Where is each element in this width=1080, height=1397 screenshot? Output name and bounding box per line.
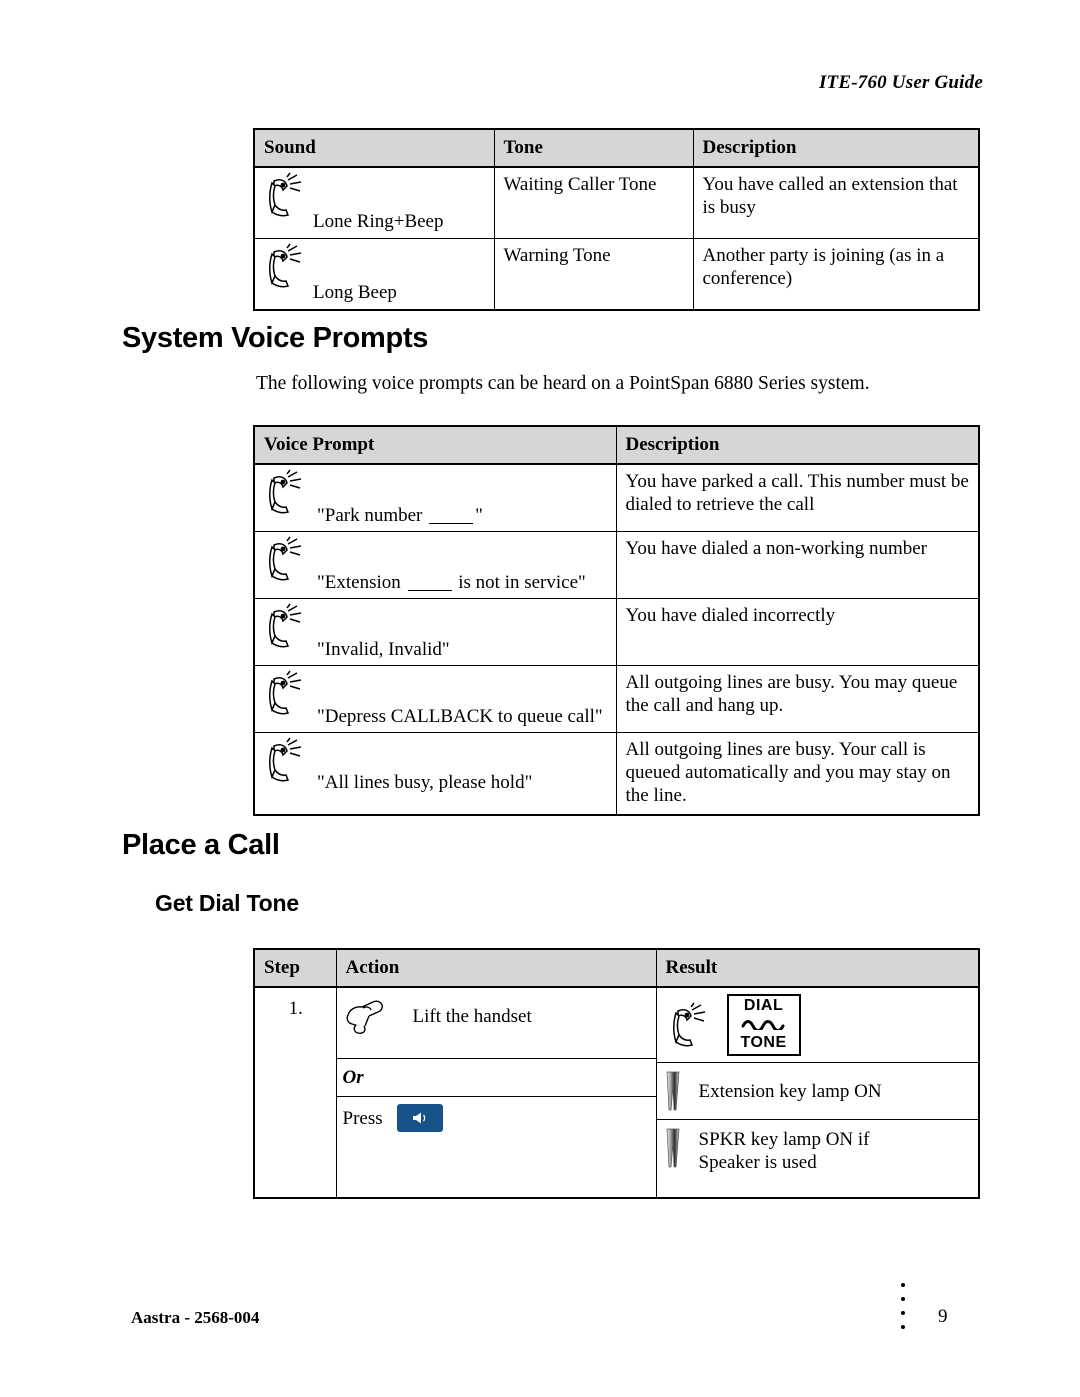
subheading-get-dial-tone: Get Dial Tone [155, 890, 299, 916]
page-heading-system-voice-prompts: System Voice Prompts [122, 322, 429, 354]
table-row: "Depress CALLBACK to queue call" All out… [253, 665, 980, 733]
sound-cell: Long Beep [253, 238, 495, 311]
voice-prompt-label: "All lines busy, please hold" [317, 772, 533, 793]
table-row: "Extension is not in service" You have d… [253, 531, 980, 599]
table-header-row: Step Action Result [253, 948, 980, 988]
column-header-action: Action [335, 948, 657, 988]
voice-prompt-cell: "Invalid, Invalid" [253, 598, 617, 666]
tone-value: Waiting Caller Tone [493, 166, 694, 239]
result-subrow-dial-tone: DIAL TONE [656, 988, 978, 1063]
column-header-step: Step [253, 948, 337, 988]
column-header-result: Result [655, 948, 980, 988]
description-value: You have parked a call. This number must… [615, 463, 980, 532]
voice-prompt-label: "Invalid, Invalid" [317, 639, 450, 660]
table-row: "All lines busy, please hold" All outgoi… [253, 732, 980, 816]
result-cell: DIAL TONE Extension key lamp ON SPKR key… [655, 986, 980, 1199]
footer-dot-separator [901, 1283, 906, 1329]
blank-underline [429, 523, 474, 524]
description-value: All outgoing lines are busy. Your call i… [615, 732, 980, 816]
action-subrow-lift-handset: Lift the handset [336, 988, 656, 1059]
dial-tone-wave-icon [741, 1015, 787, 1034]
page-heading-place-a-call: Place a Call [122, 829, 280, 861]
tone-value: Warning Tone [493, 238, 694, 311]
prompt-text-pre: "Park number [317, 505, 428, 526]
description-value: All outgoing lines are busy. You may que… [615, 665, 980, 733]
voice-prompt-label: "Extension is not in service" [317, 571, 586, 594]
column-header-description: Description [615, 425, 980, 465]
table-row: "Park number " You have parked a call. T… [253, 463, 980, 532]
action-label: Lift the handset [412, 1005, 532, 1027]
table-row: Lone Ring+Beep Waiting Caller Tone You h… [253, 166, 980, 239]
document-page: ITE-760 User Guide Sound Tone Descriptio… [0, 0, 1080, 1397]
voice-prompt-cell: "Extension is not in service" [253, 531, 617, 599]
sound-label: Lone Ring+Beep [313, 211, 444, 232]
speaker-key-button[interactable] [396, 1104, 443, 1132]
action-subrow-press-speaker: Press [337, 1097, 656, 1197]
table-header-row: Sound Tone Description [253, 128, 980, 168]
sound-cell: Lone Ring+Beep [253, 166, 495, 239]
sound-tone-table: Sound Tone Description Lone Ring+Beep Wa… [253, 128, 980, 311]
result-label: Extension key lamp ON [698, 1080, 882, 1102]
voice-prompt-label: "Park number " [317, 504, 483, 527]
footer-document-id: Aastra - 2568-004 [131, 1308, 260, 1327]
speaker-icon [412, 1112, 425, 1124]
prompt-text-pre: "Extension [317, 572, 406, 593]
footer-page-number: 9 [938, 1306, 948, 1327]
dial-tone-bottom-label: TONE [740, 1034, 787, 1051]
description-value: You have dialed a non-working number [615, 531, 980, 599]
action-subrow-or: Or [336, 1059, 656, 1097]
column-header-description: Description [692, 128, 980, 168]
handset-ringing-icon [665, 1002, 711, 1048]
step-number: 1. [253, 986, 337, 1199]
voice-prompt-label: "Depress CALLBACK to queue call" [317, 706, 603, 727]
action-cell: Lift the handset Or Press [335, 986, 657, 1199]
action-label: Press [342, 1107, 383, 1129]
running-header-title: ITE-760 User Guide [818, 72, 983, 93]
description-value: Another party is joining (as in a confer… [692, 238, 980, 311]
prompt-text-post: is not in service" [453, 572, 586, 593]
voice-prompt-cell: "Depress CALLBACK to queue call" [253, 665, 617, 733]
voice-prompt-table: Voice Prompt Description "Park number " … [253, 425, 980, 816]
key-lamp-icon [665, 1071, 681, 1111]
action-or-label: Or [342, 1067, 364, 1088]
voice-prompts-intro-text: The following voice prompts can be heard… [256, 373, 870, 394]
result-subrow-extension-lamp: Extension key lamp ON [656, 1063, 978, 1120]
column-header-tone: Tone [493, 128, 694, 168]
dial-tone-badge: DIAL TONE [726, 994, 801, 1056]
dial-tone-top-label: DIAL [743, 997, 784, 1014]
table-row: "Invalid, Invalid" You have dialed incor… [253, 598, 980, 666]
result-subrow-spkr-lamp: SPKR key lamp ON if Speaker is used [657, 1120, 979, 1184]
key-lamp-icon [665, 1128, 681, 1168]
blank-underline [407, 590, 452, 591]
description-value: You have called an extension that is bus… [692, 166, 980, 239]
voice-prompt-cell: "Park number " [253, 463, 617, 532]
column-header-sound: Sound [253, 128, 495, 168]
voice-prompt-cell: "All lines busy, please hold" [253, 732, 617, 816]
table-row: 1. Lift the handset Or Press DIAL TONE E… [253, 986, 980, 1199]
table-header-row: Voice Prompt Description [253, 425, 980, 465]
prompt-text-post: " [475, 505, 483, 526]
sound-label: Long Beep [313, 282, 397, 303]
table-row: Long Beep Warning Tone Another party is … [253, 238, 980, 311]
column-header-voice-prompt: Voice Prompt [253, 425, 617, 465]
description-value: You have dialed incorrectly [615, 598, 980, 666]
get-dial-tone-step-table: Step Action Result 1. Lift the handset O… [253, 948, 980, 1199]
result-label: SPKR key lamp ON if Speaker is used [698, 1129, 870, 1173]
lift-handset-icon [343, 995, 397, 1037]
